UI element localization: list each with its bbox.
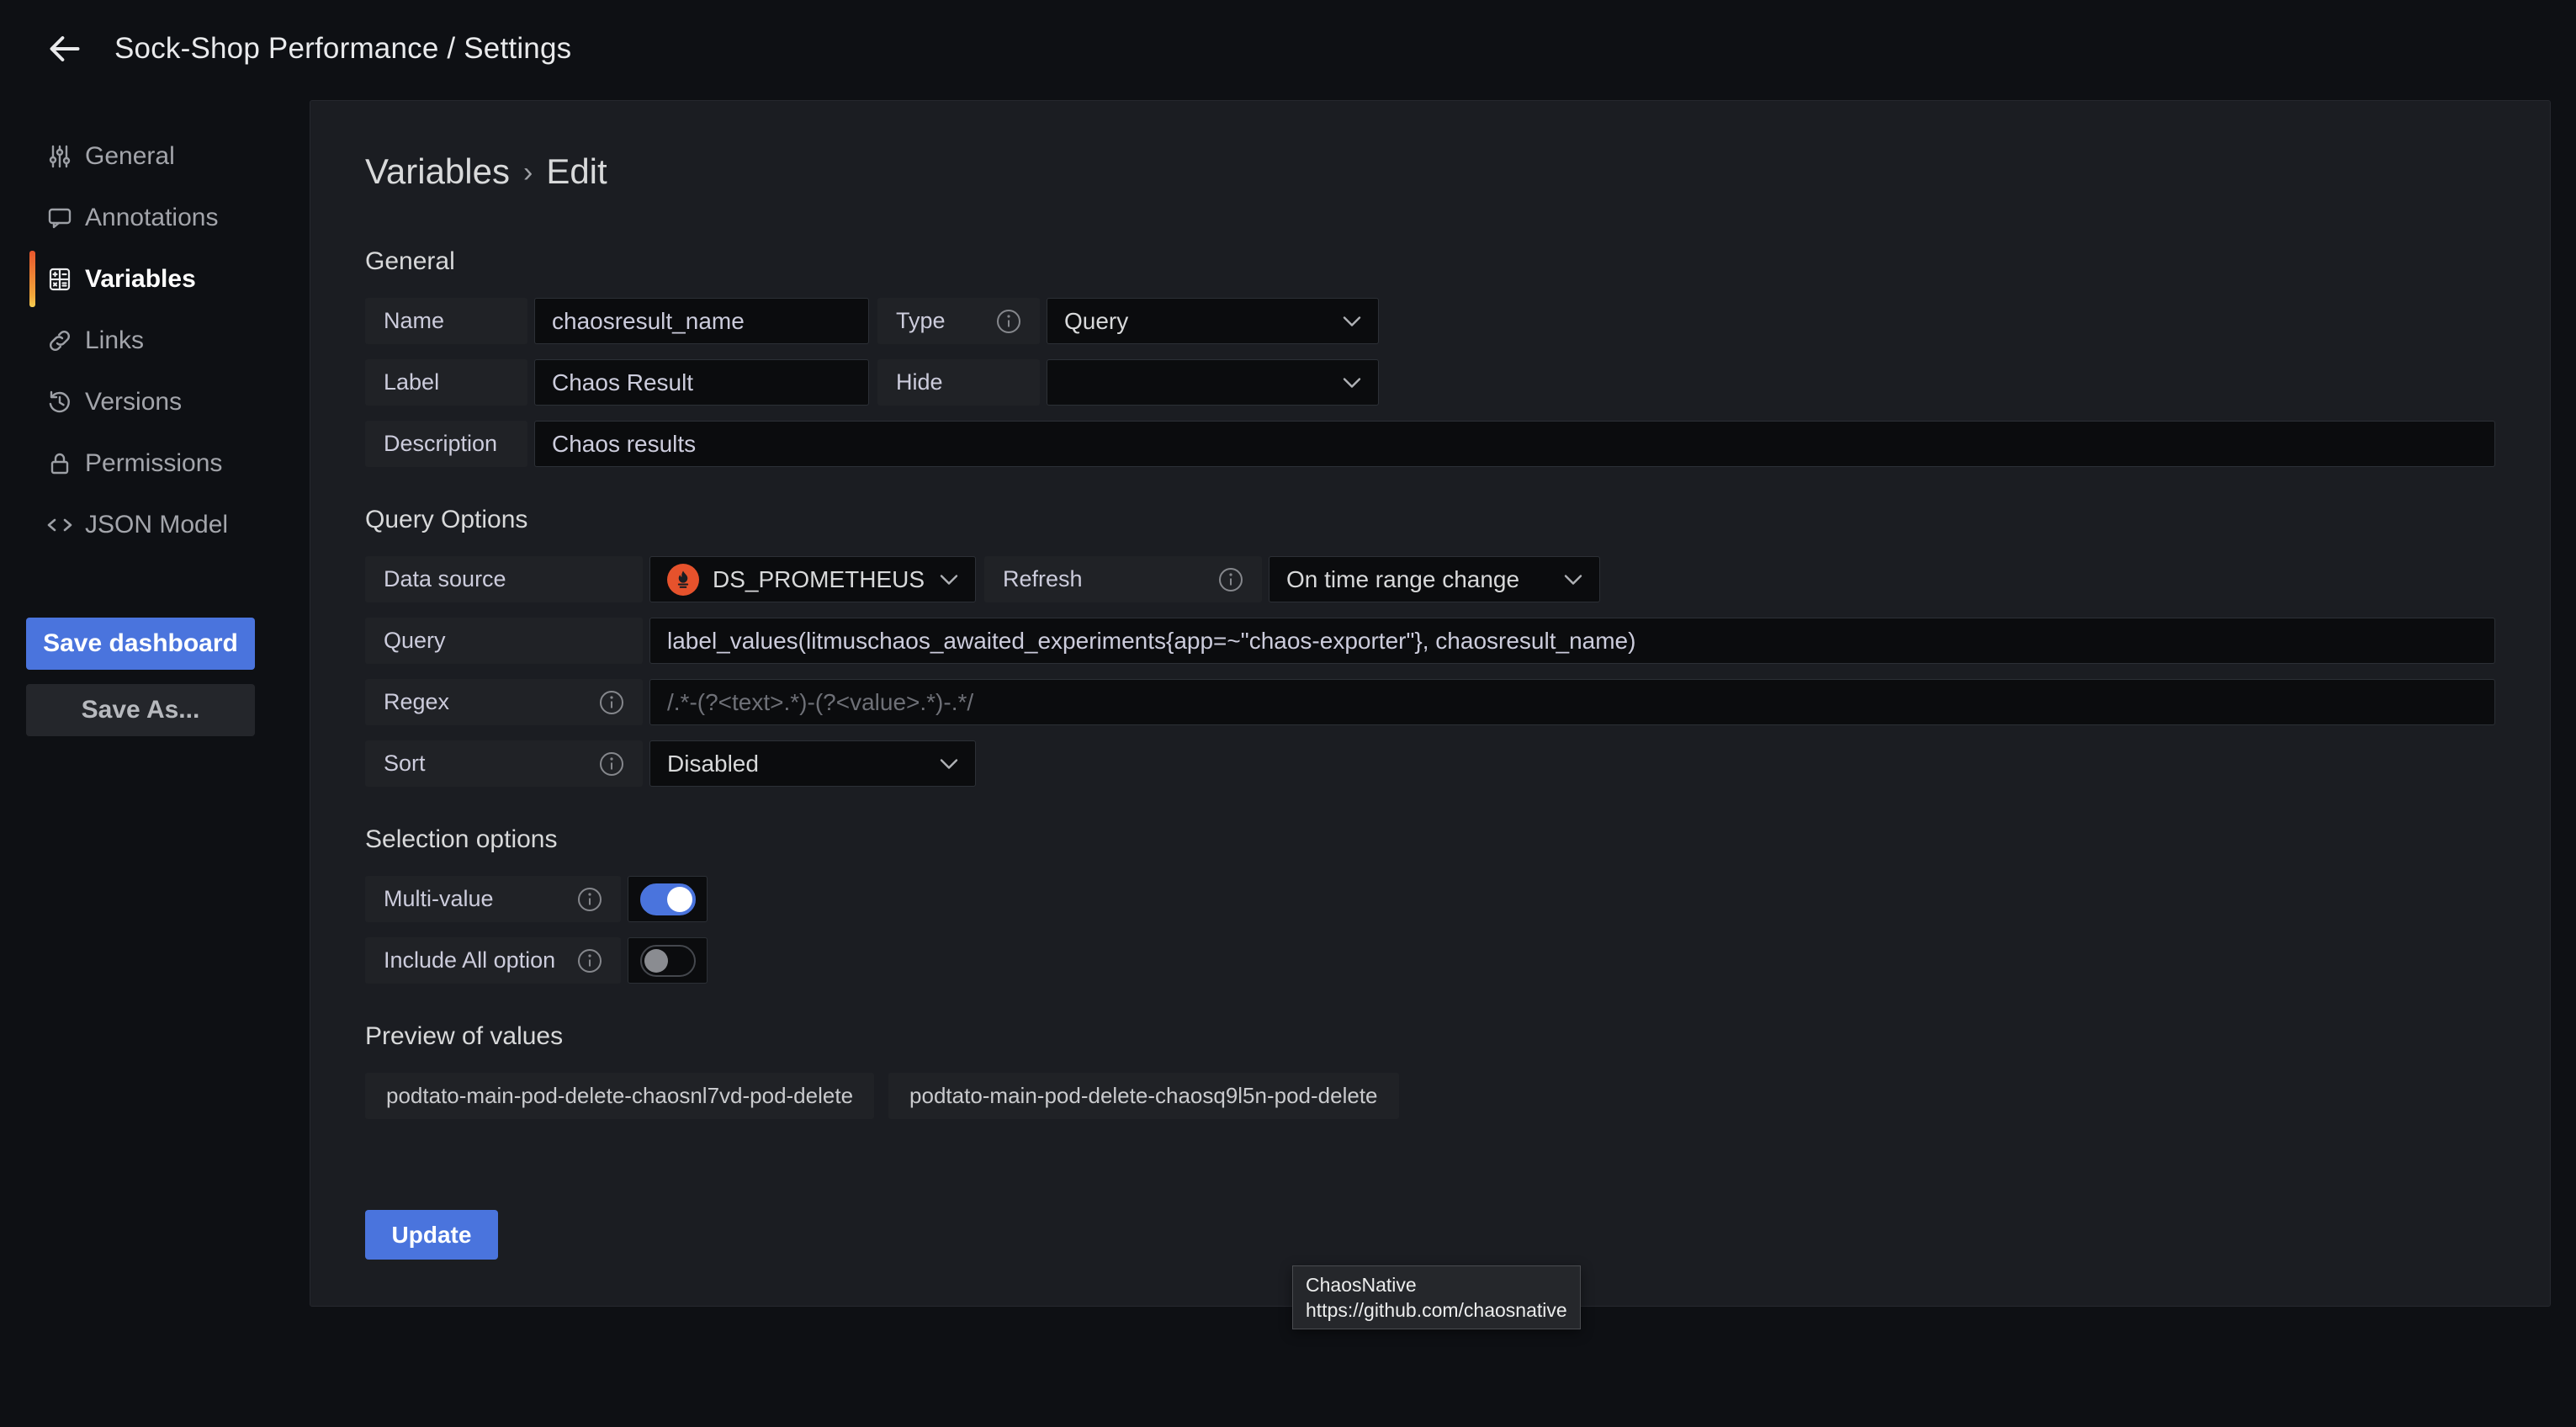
general-heading: General bbox=[365, 247, 2495, 276]
breadcrumb-section[interactable]: Variables bbox=[365, 151, 510, 192]
lock-icon bbox=[46, 450, 85, 477]
sidebar-item-label: Links bbox=[85, 326, 144, 355]
code-icon bbox=[46, 512, 85, 538]
sidebar-item-label: Variables bbox=[85, 265, 196, 294]
datasource-select[interactable]: DS_PROMETHEUS bbox=[649, 556, 976, 602]
sidebar-item-label: Permissions bbox=[85, 449, 222, 478]
sidebar-item-variables[interactable]: Variables bbox=[26, 248, 310, 310]
variables-edit-panel: Variables › Edit General Name Type bbox=[310, 100, 2551, 1307]
hide-select[interactable] bbox=[1047, 359, 1379, 406]
prometheus-icon bbox=[667, 564, 699, 596]
chevron-down-icon bbox=[940, 758, 958, 769]
info-icon[interactable] bbox=[996, 309, 1021, 334]
query-field-label: Query bbox=[365, 618, 643, 664]
type-select[interactable]: Query bbox=[1047, 298, 1379, 344]
query-input[interactable] bbox=[649, 618, 2495, 664]
sidebar-item-general[interactable]: General bbox=[26, 125, 310, 187]
regex-field-label: Regex bbox=[365, 679, 643, 725]
label-input[interactable] bbox=[534, 359, 869, 406]
chevron-down-icon bbox=[940, 574, 958, 585]
datasource-field-label: Data source bbox=[365, 556, 643, 602]
preview-heading: Preview of values bbox=[365, 1022, 2495, 1051]
info-icon[interactable] bbox=[599, 751, 624, 777]
preview-value-chip: podtato-main-pod-delete-chaosq9l5n-pod-d… bbox=[888, 1073, 1399, 1119]
page-title: Sock-Shop Performance / Settings bbox=[114, 32, 571, 66]
regex-input[interactable] bbox=[649, 679, 2495, 725]
breadcrumb: Variables › Edit bbox=[365, 151, 2495, 192]
sidebar-item-versions[interactable]: Versions bbox=[26, 371, 310, 432]
multi-value-field-label: Multi-value bbox=[365, 876, 621, 922]
include-all-field-label: Include All option bbox=[365, 937, 621, 984]
sidebar-item-label: Annotations bbox=[85, 204, 218, 232]
info-icon[interactable] bbox=[599, 690, 624, 715]
link-icon bbox=[46, 327, 85, 354]
hide-field-label: Hide bbox=[877, 359, 1040, 406]
type-field-label: Type bbox=[877, 298, 1040, 344]
query-options-section: Query Options Data source DS_PROMETHEUS bbox=[365, 506, 2495, 787]
tooltip-title: ChaosNative bbox=[1306, 1272, 1567, 1297]
sidebar-item-label: Versions bbox=[85, 388, 182, 416]
info-icon[interactable] bbox=[1218, 567, 1243, 592]
name-field-label: Name bbox=[365, 298, 527, 344]
sidebar-item-annotations[interactable]: Annotations bbox=[26, 187, 310, 248]
sidebar-item-label: General bbox=[85, 142, 175, 171]
preview-section: Preview of values podtato-main-pod-delet… bbox=[365, 1022, 2495, 1119]
tooltip-url: https://github.com/chaosnative bbox=[1306, 1297, 1567, 1323]
include-all-toggle[interactable] bbox=[628, 937, 708, 984]
chevron-down-icon bbox=[1343, 377, 1361, 388]
comment-icon bbox=[46, 204, 85, 231]
multi-value-toggle[interactable] bbox=[628, 876, 708, 922]
preview-value-chip: podtato-main-pod-delete-chaosnl7vd-pod-d… bbox=[365, 1073, 874, 1119]
sliders-icon bbox=[46, 143, 85, 170]
chevron-down-icon bbox=[1564, 574, 1582, 585]
info-icon[interactable] bbox=[577, 948, 602, 973]
sidebar-item-permissions[interactable]: Permissions bbox=[26, 432, 310, 494]
sidebar-item-links[interactable]: Links bbox=[26, 310, 310, 371]
breadcrumb-separator-icon: › bbox=[523, 156, 533, 189]
label-field-label: Label bbox=[365, 359, 527, 406]
back-button[interactable] bbox=[35, 19, 94, 78]
history-icon bbox=[46, 389, 85, 416]
save-dashboard-button[interactable]: Save dashboard bbox=[26, 618, 255, 670]
breadcrumb-page: Edit bbox=[546, 151, 607, 192]
sidebar-item-json-model[interactable]: JSON Model bbox=[26, 494, 310, 555]
selection-options-section: Selection options Multi-value Include bbox=[365, 825, 2495, 984]
refresh-select[interactable]: On time range change bbox=[1269, 556, 1600, 602]
arrow-left-icon bbox=[46, 30, 83, 67]
calculator-icon bbox=[46, 266, 85, 293]
save-as-button[interactable]: Save As... bbox=[26, 684, 255, 736]
refresh-field-label: Refresh bbox=[984, 556, 1262, 602]
sidebar-item-label: JSON Model bbox=[85, 511, 228, 539]
datasource-hover-tooltip: ChaosNative https://github.com/chaosnati… bbox=[1292, 1265, 1581, 1329]
selection-options-heading: Selection options bbox=[365, 825, 2495, 854]
chevron-down-icon bbox=[1343, 316, 1361, 326]
update-button[interactable]: Update bbox=[365, 1210, 498, 1260]
sort-select[interactable]: Disabled bbox=[649, 740, 976, 787]
name-input[interactable] bbox=[534, 298, 869, 344]
top-header: Sock-Shop Performance / Settings bbox=[0, 0, 2576, 97]
query-options-heading: Query Options bbox=[365, 506, 2495, 534]
settings-sidebar: General Annotations Variables bbox=[0, 97, 310, 736]
info-icon[interactable] bbox=[577, 887, 602, 912]
description-input[interactable] bbox=[534, 421, 2495, 467]
general-section: General Name Type Query bbox=[365, 247, 2495, 467]
description-field-label: Description bbox=[365, 421, 527, 467]
sort-field-label: Sort bbox=[365, 740, 643, 787]
